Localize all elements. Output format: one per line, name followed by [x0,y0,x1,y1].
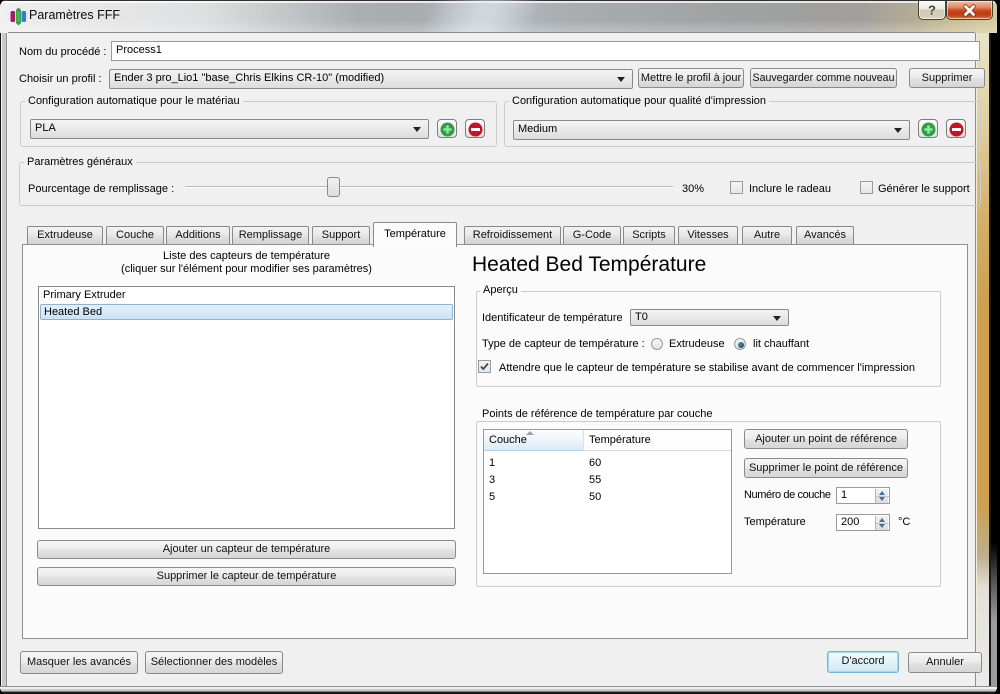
svg-text:?: ? [928,3,936,18]
